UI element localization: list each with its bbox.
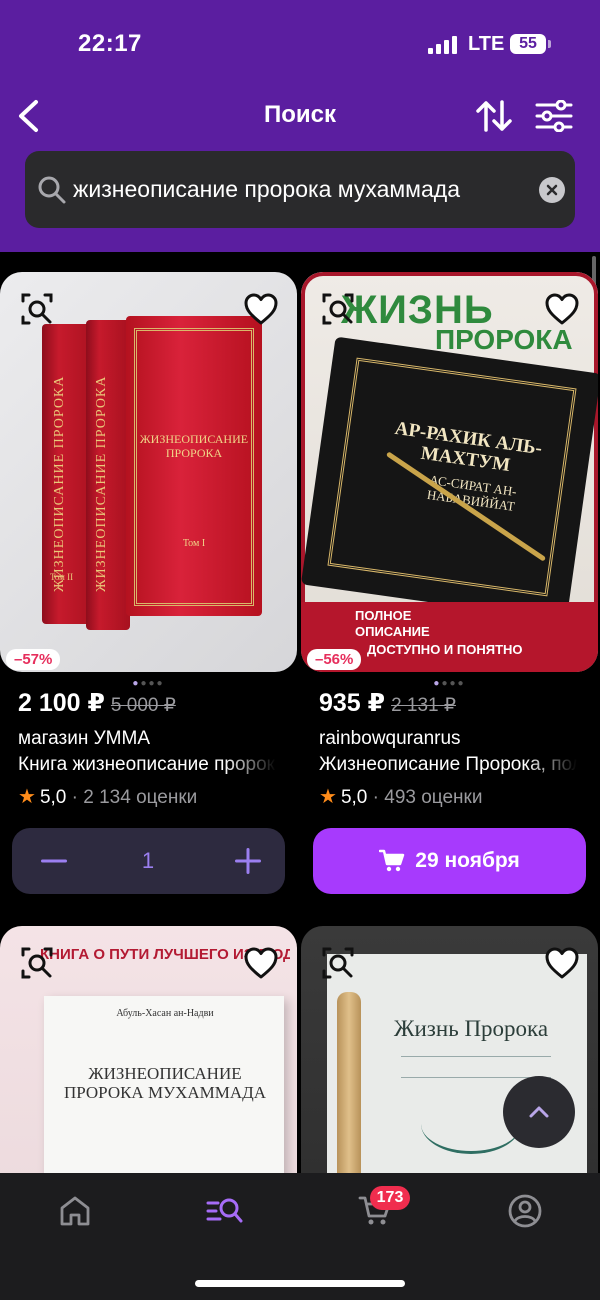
review-count: · 2 134 оценки — [71, 787, 198, 808]
old-price: 5 000 ₽ — [110, 695, 176, 716]
status-bar: 22:17 LTE 55 — [0, 0, 600, 90]
price-row: 2 100 ₽5 000 ₽ — [18, 688, 298, 718]
seller-name[interactable]: магазин УММА — [18, 728, 288, 750]
sort-arrows-icon — [476, 100, 512, 132]
star-icon: ★ — [319, 786, 337, 808]
home-icon — [60, 1196, 90, 1226]
cover-title: ЖИЗНЕОПИСАНИЕ ПРОРОКА МУХАММАДА — [63, 1064, 267, 1102]
discount-badge: –57% — [6, 649, 61, 670]
tab-search[interactable] — [205, 1191, 245, 1231]
product-card[interactable]: ЖИЗНЬ ПРОРОКА АР-РАХИК АЛЬ-МАХТУМ АС-СИР… — [301, 272, 598, 912]
product-card[interactable]: КНИГА О ПУТИ ЛУЧШЕГО ИЗ ЛЮДЕЙ Абуль-Хаса… — [0, 926, 297, 1300]
filter-button[interactable] — [532, 96, 576, 136]
sort-button[interactable] — [472, 96, 516, 136]
scroll-to-top-button[interactable] — [503, 1076, 575, 1148]
close-icon — [546, 184, 558, 196]
network-type: LTE — [468, 33, 505, 55]
home-indicator — [195, 1280, 405, 1287]
battery-icon: 55 — [510, 34, 546, 54]
caption-line-3: ДОСТУПНО И ПОНЯТНО — [367, 642, 523, 657]
spine-text: ЖИЗНЕОПИСАНИЕ ПРОРОКА — [52, 375, 67, 592]
cover-description — [401, 1056, 551, 1078]
cover-frame — [134, 328, 254, 606]
minaret-illustration — [337, 992, 361, 1192]
product-title[interactable]: Книга жизнеописание пророка — [18, 754, 276, 776]
visual-search-icon[interactable] — [20, 946, 54, 980]
delivery-date: 29 ноября — [415, 849, 520, 872]
plus-icon — [235, 848, 261, 874]
volume-1-label: Том I — [182, 538, 206, 549]
heart-icon[interactable] — [243, 292, 279, 326]
app-header: 22:17 LTE 55 Поиск — [0, 0, 600, 252]
discount-badge: –56% — [307, 649, 362, 670]
price: 2 100 ₽ — [18, 689, 105, 717]
visual-search-icon[interactable] — [321, 946, 355, 980]
clear-search-button[interactable] — [539, 177, 565, 203]
price: 935 ₽ — [319, 689, 386, 717]
battery-tip — [548, 40, 551, 48]
caption-line-2: ОПИСАНИЕ — [355, 624, 430, 639]
status-time: 22:17 — [78, 30, 142, 57]
visual-search-icon[interactable] — [321, 292, 355, 326]
cover-title: Жизнь Пророка — [393, 1016, 549, 1041]
search-list-icon — [206, 1198, 243, 1223]
product-card[interactable]: ЖИЗНЕОПИСАНИЕ ПРОРОКА Том II ЖИЗНЕОПИСАН… — [0, 272, 297, 912]
decrease-quantity-button[interactable] — [34, 841, 74, 881]
search-icon — [38, 176, 66, 204]
increase-quantity-button[interactable] — [228, 841, 268, 881]
caption-line-1: ПОЛНОЕ — [355, 608, 412, 623]
profile-icon — [508, 1194, 542, 1228]
quantity-stepper: 1 — [12, 828, 285, 894]
tab-profile[interactable] — [505, 1191, 545, 1231]
product-image[interactable]: ЖИЗНЕОПИСАНИЕ ПРОРОКА Том II ЖИЗНЕОПИСАН… — [0, 272, 297, 672]
volume-2-label: Том II — [50, 572, 74, 582]
product-image[interactable]: ЖИЗНЬ ПРОРОКА АР-РАХИК АЛЬ-МАХТУМ АС-СИР… — [301, 272, 598, 672]
review-count: · 493 оценки — [372, 787, 483, 808]
rating-row: ★ 5,0 · 2 134 оценки — [18, 784, 197, 809]
minus-icon — [41, 859, 67, 863]
chevron-up-icon — [529, 1106, 549, 1118]
filter-sliders-icon — [535, 100, 573, 132]
heart-icon[interactable] — [544, 946, 580, 980]
cellular-signal-icon — [428, 36, 457, 54]
old-price: 2 131 ₽ — [391, 695, 456, 716]
cart-icon — [379, 849, 405, 872]
spine-text: ЖИЗНЕОПИСАНИЕ ПРОРОКА — [94, 375, 109, 592]
seller-name[interactable]: rainbowquranrus — [319, 728, 589, 750]
product-card[interactable]: Жизнь Пророка — [301, 926, 598, 1300]
cover-title: ЖИЗНЕОПИСАНИЕ ПРОРОКА — [139, 432, 249, 460]
heart-icon[interactable] — [544, 292, 580, 326]
cart-count-badge: 173 — [370, 1186, 410, 1210]
heart-icon[interactable] — [243, 946, 279, 980]
search-bar[interactable] — [25, 151, 575, 228]
banner-subtitle: ПРОРОКА — [435, 324, 573, 355]
search-input[interactable] — [73, 169, 533, 209]
rating-value: 5,0 — [340, 787, 368, 808]
visual-search-icon[interactable] — [20, 292, 54, 326]
rating-value: 5,0 — [39, 787, 67, 808]
price-row: 935 ₽2 131 ₽ — [319, 688, 599, 718]
quantity-value: 1 — [141, 848, 155, 873]
product-title[interactable]: Жизнеописание Пророка, полное — [319, 754, 577, 776]
tab-home[interactable] — [55, 1191, 95, 1231]
star-icon: ★ — [18, 786, 36, 808]
rating-row: ★ 5,0 · 493 оценки — [319, 784, 482, 809]
add-to-cart-button[interactable]: 29 ноября — [313, 828, 586, 894]
cover-author: Абуль-Хасан ан-Надви — [116, 1008, 214, 1019]
